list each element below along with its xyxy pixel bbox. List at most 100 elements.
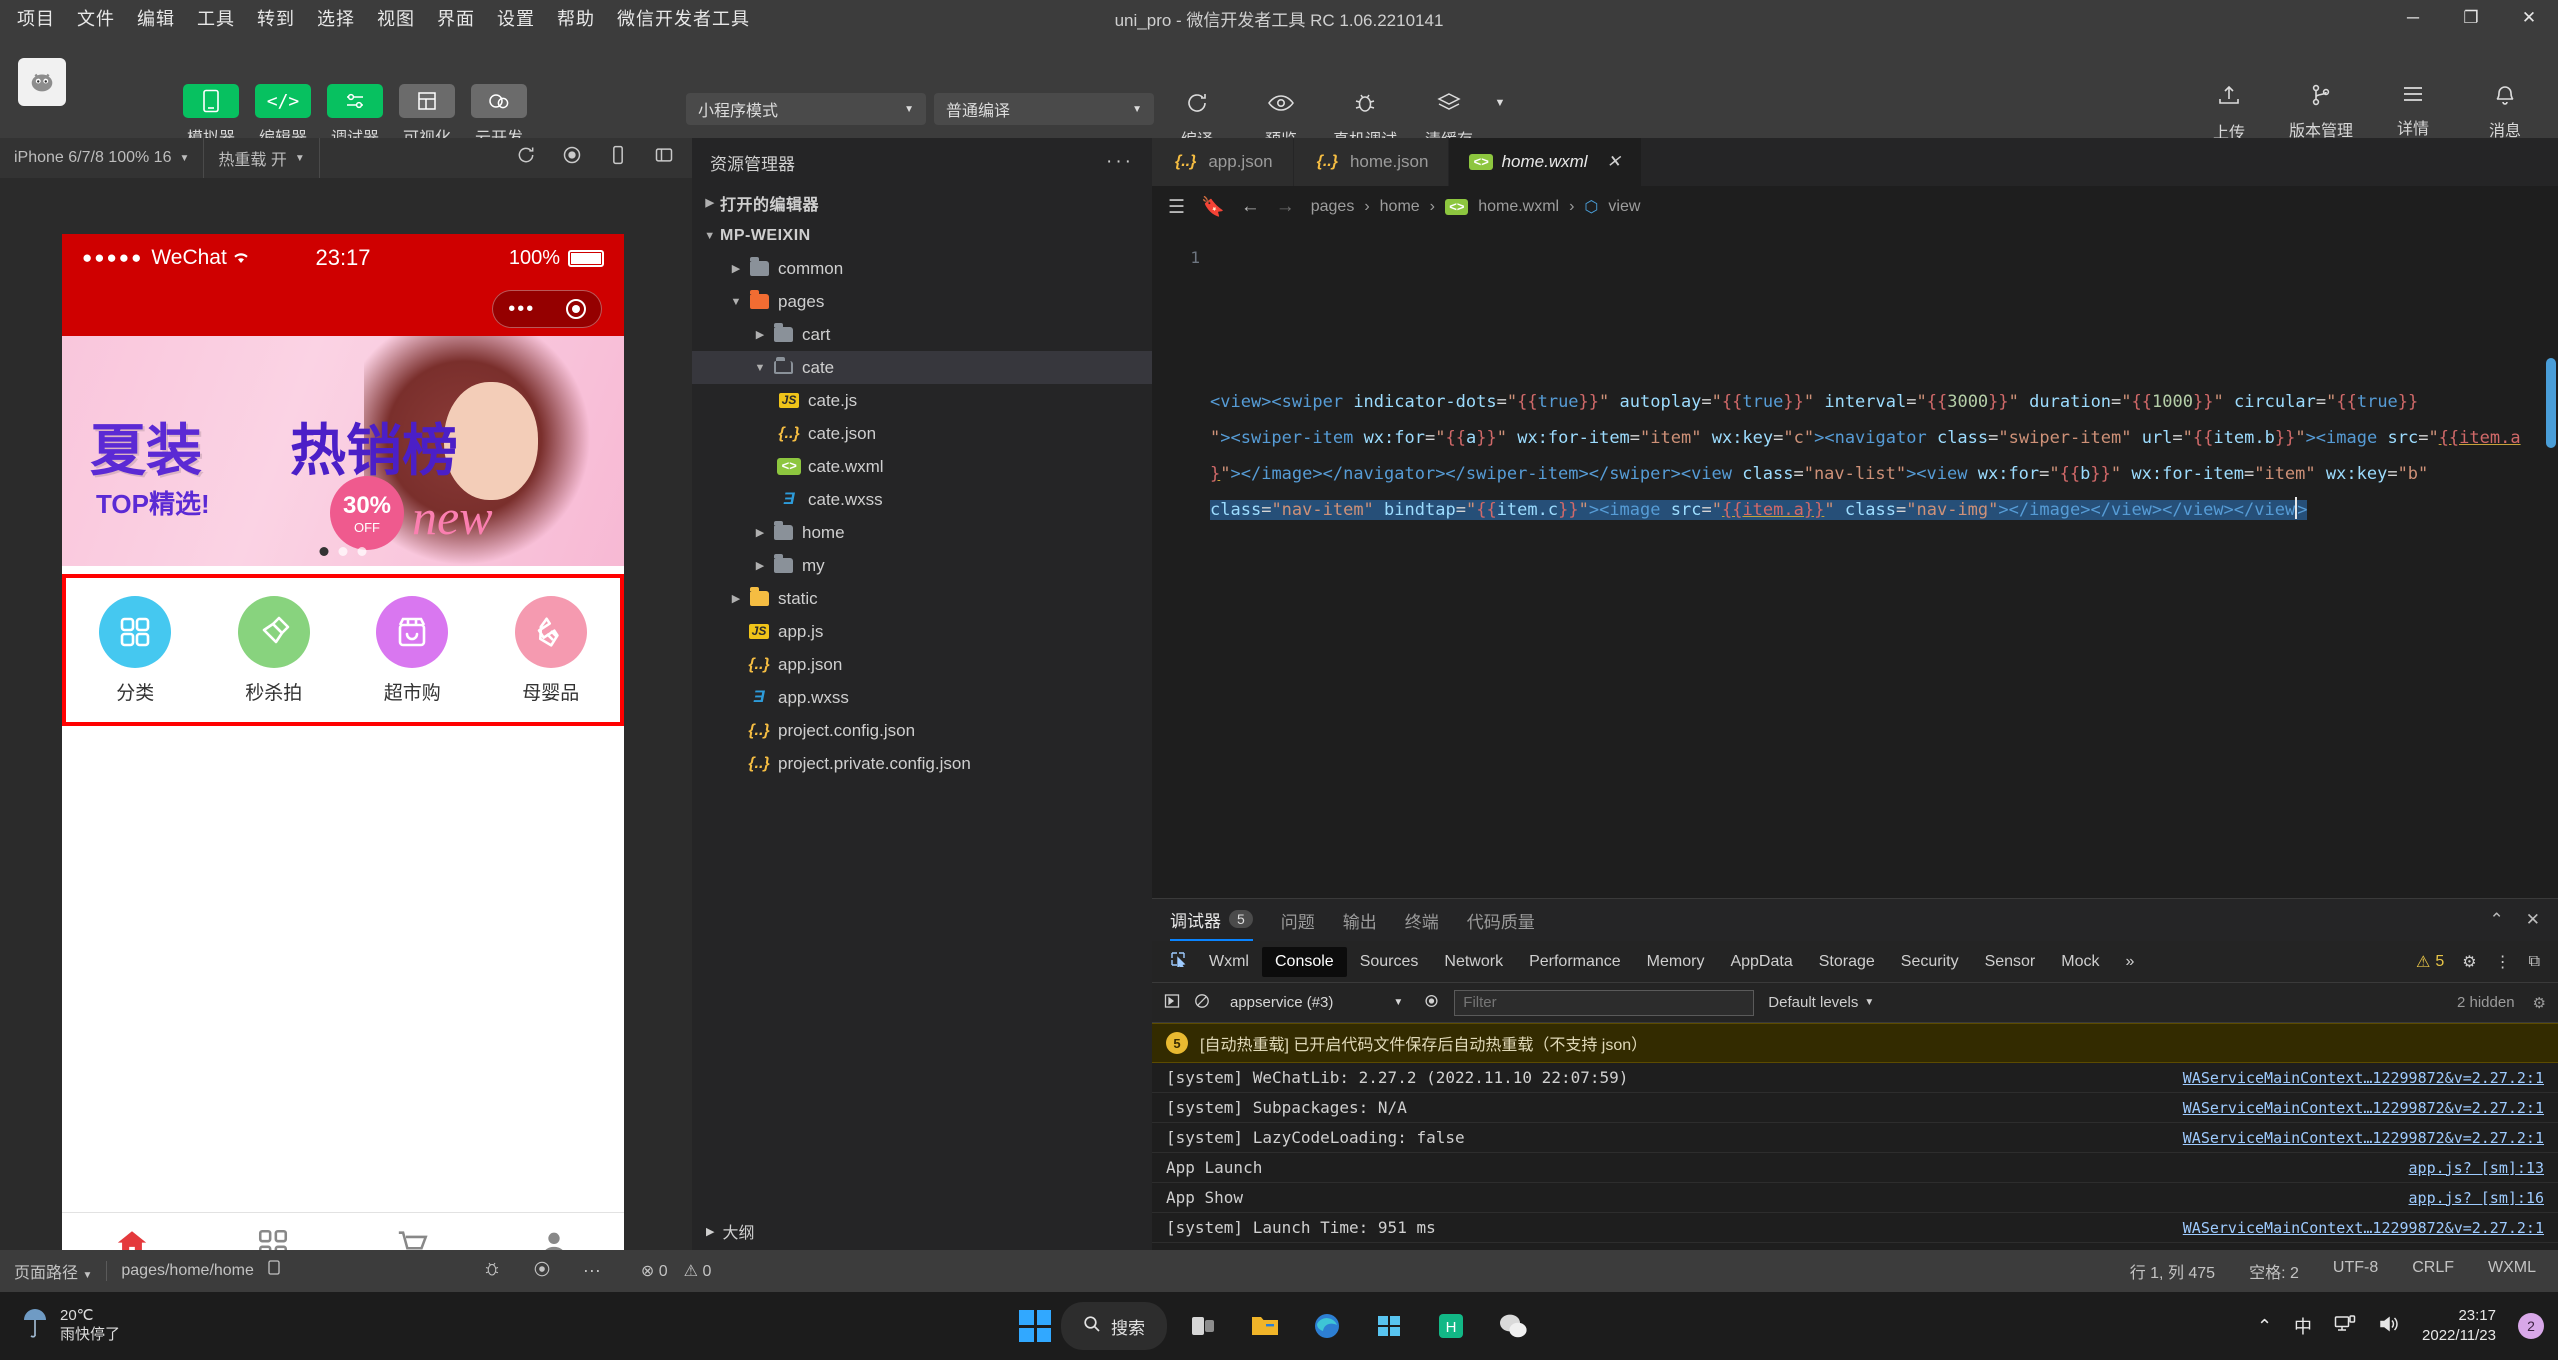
explorer-item-home[interactable]: ▶ home bbox=[692, 516, 1152, 549]
arrow-left-icon[interactable]: ← bbox=[1241, 196, 1260, 218]
encoding-indicator[interactable]: UTF-8 bbox=[2333, 1259, 2378, 1283]
explorer-item-cate[interactable]: ▼ cate bbox=[692, 351, 1152, 384]
nav-item-category[interactable]: 分类 bbox=[99, 595, 172, 705]
explorer-item-cate-json[interactable]: {..} cate.json bbox=[692, 417, 1152, 450]
notification-badge[interactable]: 2 bbox=[2518, 1313, 2544, 1339]
breadcrumb-file[interactable]: home.wxml bbox=[1478, 198, 1559, 216]
devtools-tab-storage[interactable]: Storage bbox=[1806, 947, 1888, 977]
menu-item-goto[interactable]: 转到 bbox=[254, 3, 298, 33]
execute-icon[interactable] bbox=[1164, 993, 1180, 1013]
chevron-up-icon[interactable]: ⌃ bbox=[2490, 910, 2504, 930]
log-source-link[interactable]: app.js? [sm]:16 bbox=[2409, 1189, 2544, 1207]
log-source-link[interactable]: WAServiceMainContext…12299872&v=2.27.2:1 bbox=[2183, 1099, 2544, 1117]
indicator-dot[interactable] bbox=[319, 547, 329, 556]
weather-widget[interactable]: 20℃ 雨快停了 bbox=[0, 1307, 120, 1346]
refresh-icon[interactable] bbox=[516, 145, 536, 171]
console-filter-input[interactable] bbox=[1454, 989, 1755, 1016]
breadcrumb-symbol[interactable]: view bbox=[1608, 198, 1640, 216]
explorer-item-app-wxss[interactable]: Ǝ app.wxss bbox=[692, 681, 1152, 714]
record-icon[interactable] bbox=[533, 1260, 551, 1283]
warning-badge[interactable]: ⚠ 5 bbox=[2416, 952, 2444, 972]
menu-item-view[interactable]: 视图 bbox=[374, 3, 418, 33]
editor-scrollbar[interactable] bbox=[2546, 358, 2556, 448]
wechat-icon[interactable] bbox=[1487, 1302, 1539, 1350]
panel-tab-code-quality[interactable]: 代码质量 bbox=[1467, 899, 1535, 941]
more-dots-icon[interactable]: ··· bbox=[1106, 151, 1134, 173]
devtools-tab-network[interactable]: Network bbox=[1431, 947, 1516, 977]
log-source-link[interactable]: WAServiceMainContext…12299872&v=2.27.2:1 bbox=[2183, 1069, 2544, 1087]
log-levels-select[interactable]: Default levels ▼ bbox=[1768, 994, 1874, 1011]
mode-select[interactable]: 小程序模式 ▼ bbox=[686, 93, 926, 125]
volume-icon[interactable] bbox=[2378, 1314, 2400, 1339]
console-log-warning[interactable]: 5 [自动热重载] 已开启代码文件保存后自动热重载（不支持 json） bbox=[1152, 1023, 2558, 1063]
chevron-right-icon[interactable]: » bbox=[2113, 947, 2148, 977]
bookmark-icon[interactable]: 🔖 bbox=[1201, 195, 1225, 219]
toolbar-upload-button[interactable]: 上传 bbox=[2200, 84, 2258, 143]
more-dots-icon[interactable]: ··· bbox=[583, 1260, 601, 1283]
devtools-tab-wxml[interactable]: Wxml bbox=[1196, 947, 1262, 977]
status-error-group[interactable]: ⊗ 0 ⚠ 0 bbox=[641, 1261, 711, 1281]
nav-item-supermarket[interactable]: 超市购 bbox=[376, 595, 449, 705]
phone-preview[interactable]: ●●●●● WeChat 23:17 100% ••• 夏装 热销榜 TOP精选… bbox=[62, 234, 624, 1304]
device-select[interactable]: iPhone 6/7/8 100% 16 ▼ bbox=[0, 138, 205, 178]
language-indicator[interactable]: WXML bbox=[2488, 1259, 2536, 1283]
page-path-select[interactable]: 页面路径 ▼ bbox=[14, 1259, 92, 1283]
dock-icon[interactable]: ⧉ bbox=[2529, 953, 2540, 971]
explorer-item-project-private-config[interactable]: {..} project.private.config.json bbox=[692, 747, 1152, 780]
explorer-item-cate-js[interactable]: JS cate.js bbox=[692, 384, 1152, 417]
menu-item-select[interactable]: 选择 bbox=[314, 3, 358, 33]
swiper-banner[interactable]: 夏装 热销榜 TOP精选! new 30% OFF bbox=[62, 336, 624, 566]
menu-item-settings[interactable]: 设置 bbox=[494, 3, 538, 33]
nav-item-maternity[interactable]: 母婴品 bbox=[514, 595, 587, 705]
swiper-indicator-dots[interactable] bbox=[319, 547, 367, 556]
store-icon[interactable] bbox=[1363, 1302, 1415, 1350]
devtools-tab-sensor[interactable]: Sensor bbox=[1972, 947, 2049, 977]
explorer-item-cate-wxss[interactable]: Ǝ cate.wxss bbox=[692, 483, 1152, 516]
nav-item-flashsale[interactable]: 秒杀拍 bbox=[237, 595, 310, 705]
devtools-tab-appdata[interactable]: AppData bbox=[1717, 947, 1805, 977]
network-icon[interactable] bbox=[2334, 1314, 2356, 1339]
chevron-up-icon[interactable]: ⌃ bbox=[2257, 1316, 2272, 1337]
panel-tab-problems[interactable]: 问题 bbox=[1281, 899, 1315, 941]
devtools-tab-performance[interactable]: Performance bbox=[1516, 947, 1634, 977]
explorer-item-cate-wxml[interactable]: <> cate.wxml bbox=[692, 450, 1152, 483]
explorer-item-pages[interactable]: ▼ pages bbox=[692, 285, 1152, 318]
devtools-tab-memory[interactable]: Memory bbox=[1634, 947, 1718, 977]
breadcrumb-home[interactable]: home bbox=[1380, 198, 1420, 216]
menu-item-devtools[interactable]: 微信开发者工具 bbox=[614, 3, 753, 33]
explorer-item-my[interactable]: ▶ my bbox=[692, 549, 1152, 582]
console-log-row[interactable]: [system] Subpackages: N/A WAServiceMainC… bbox=[1152, 1093, 2558, 1123]
code-content[interactable]: <view><swiper indicator-dots="{{true}}" … bbox=[1210, 348, 2558, 564]
gear-icon[interactable]: ⚙ bbox=[2533, 994, 2546, 1012]
copy-icon[interactable] bbox=[268, 1260, 283, 1282]
toolbar-version-button[interactable]: 版本管理 bbox=[2289, 84, 2353, 143]
eye-icon[interactable] bbox=[1423, 994, 1440, 1012]
console-log-row[interactable]: App Show app.js? [sm]:16 bbox=[1152, 1183, 2558, 1213]
line-col-indicator[interactable]: 行 1, 列 475 bbox=[2130, 1259, 2215, 1283]
console-log-row[interactable]: [system] WeChatLib: 2.27.2 (2022.11.10 2… bbox=[1152, 1063, 2558, 1093]
explorer-section-open-editors[interactable]: ▶ 打开的编辑器 bbox=[692, 186, 1152, 219]
clear-icon[interactable] bbox=[1194, 993, 1210, 1013]
rotate-icon[interactable] bbox=[608, 145, 628, 171]
edge-icon[interactable] bbox=[1301, 1302, 1353, 1350]
ime-indicator[interactable]: 中 bbox=[2294, 1313, 2312, 1339]
list-icon[interactable]: ☰ bbox=[1168, 196, 1185, 219]
more-dots-icon[interactable]: ••• bbox=[508, 298, 535, 321]
log-source-link[interactable]: app.js? [sm]:13 bbox=[2409, 1159, 2544, 1177]
close-icon[interactable]: ✕ bbox=[1607, 152, 1621, 172]
code-area[interactable]: 1 <view><swiper indicator-dots="{{true}}… bbox=[1152, 228, 2558, 672]
menu-item-project[interactable]: 项目 bbox=[14, 3, 58, 33]
explorer-item-common[interactable]: ▶ common bbox=[692, 252, 1152, 285]
screenshot-icon[interactable] bbox=[654, 145, 674, 171]
devtools-tab-console[interactable]: Console bbox=[1261, 946, 1347, 977]
close-icon[interactable]: ✕ bbox=[2526, 910, 2540, 930]
inspect-icon[interactable] bbox=[1160, 945, 1196, 978]
taskbar-search[interactable]: 搜索 bbox=[1061, 1302, 1167, 1350]
indicator-dot[interactable] bbox=[338, 547, 348, 556]
console-log-row[interactable]: [system] Launch Time: 951 ms WAServiceMa… bbox=[1152, 1213, 2558, 1243]
arrow-right-icon[interactable]: → bbox=[1276, 196, 1295, 218]
bug-icon[interactable] bbox=[483, 1260, 501, 1283]
taskbar-clock[interactable]: 23:17 2022/11/23 bbox=[2422, 1306, 2496, 1347]
explorer-item-app-json[interactable]: {..} app.json bbox=[692, 648, 1152, 681]
hotreload-select[interactable]: 热重载 开 ▼ bbox=[204, 138, 320, 178]
